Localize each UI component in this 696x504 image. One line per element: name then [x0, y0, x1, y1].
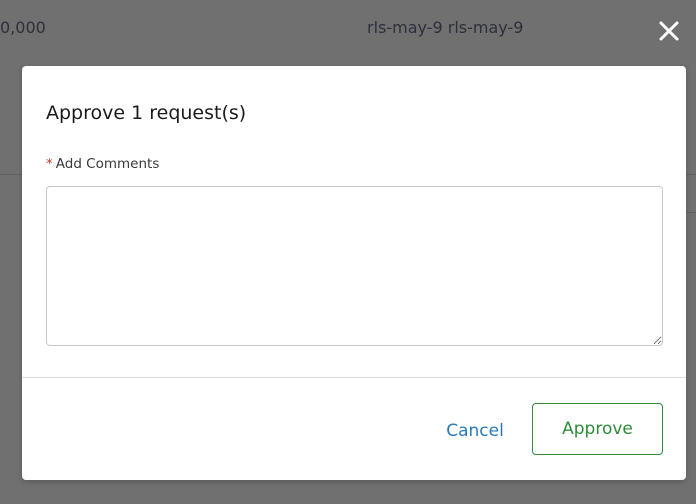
- background-divider-right-2: [686, 212, 696, 213]
- background-release-text: rls-may-9 rls-may-9: [367, 18, 524, 37]
- approve-button[interactable]: Approve: [532, 403, 663, 455]
- close-icon: [659, 21, 679, 41]
- comments-textarea[interactable]: [46, 186, 663, 346]
- comments-label: * Add Comments: [46, 156, 159, 172]
- required-marker: *: [46, 156, 53, 172]
- dialog-title: Approve 1 request(s): [46, 102, 247, 124]
- cancel-button[interactable]: Cancel: [430, 406, 520, 456]
- close-button[interactable]: [654, 16, 684, 46]
- footer-divider: [22, 377, 686, 378]
- comments-label-text: Add Comments: [55, 156, 160, 172]
- approve-dialog: Approve 1 request(s) * Add Comments Cance…: [22, 66, 686, 480]
- background-amount-text: 0,000: [0, 18, 46, 37]
- background-divider-left: [0, 174, 22, 175]
- background-divider-right: [686, 174, 696, 175]
